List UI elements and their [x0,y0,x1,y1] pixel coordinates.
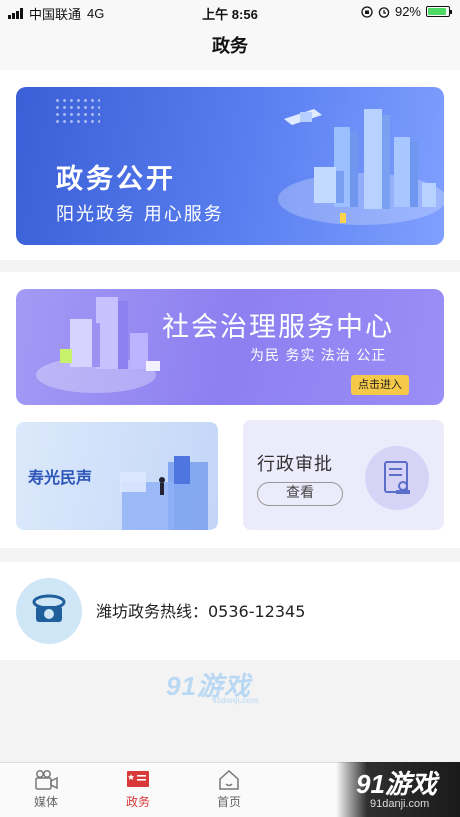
corner-watermark-domain: 91danji.com [370,798,430,810]
social-service-banner[interactable]: 社会治理服务中心 为民 务实 法治 公正 点击进入 [16,289,444,405]
tab-media[interactable]: 媒体 [16,769,76,810]
admin-approval-card[interactable]: 行政审批 查看 [243,420,444,530]
video-camera-icon [35,770,58,790]
voice-illustration-icon [120,456,208,530]
battery-percent: 92% [394,4,421,19]
buildings-illustration-icon [36,297,160,393]
city-illustration-icon [278,109,444,225]
gov-open-subtitle: 阳光政务 用心服务 [56,204,224,225]
social-service-title: 社会治理服务中心 [162,312,394,343]
corner-watermark-brand: 91游戏 [356,769,437,799]
gov-open-title: 政务公开 [56,164,176,195]
enter-button[interactable]: 点击进入 [351,375,409,395]
orientation-lock-icon [361,5,373,18]
admin-approval-label: 行政审批 [257,454,333,475]
dot-pattern [54,97,100,125]
social-service-subtitle: 为民 务实 法治 公正 [250,348,387,364]
page-title: 政务 [0,24,460,70]
hotline-text[interactable]: 潍坊政务热线：0536-12345 [96,598,305,622]
tab-media-label: 媒体 [33,795,58,809]
battery-icon [426,6,452,17]
view-button[interactable]: 查看 [257,482,343,506]
watermark-domain: 91danji.com [212,696,259,705]
people-voice-label: 寿光民声 [28,468,93,487]
home-icon [219,769,239,790]
tab-home[interactable]: 首页 [199,769,259,810]
gov-flag-icon [127,771,149,787]
tab-government[interactable]: 政务 [108,769,168,810]
approval-document-icon [365,446,429,510]
people-voice-card[interactable]: 寿光民声 [16,422,218,530]
gov-open-banner[interactable]: 政务公开 阳光政务 用心服务 [16,87,444,245]
battery-level [428,8,447,15]
tab-government-label: 政务 [125,795,150,809]
alarm-icon [378,6,390,18]
status-bar: 中国联通 4G 上午 8:56 92% [0,0,460,24]
corner-watermark: 91游戏 91danji.com [336,762,460,817]
watermark-logo: 91游戏 91danji.com [166,666,258,705]
phone-icon [16,578,82,644]
tab-home-label: 首页 [216,795,241,809]
